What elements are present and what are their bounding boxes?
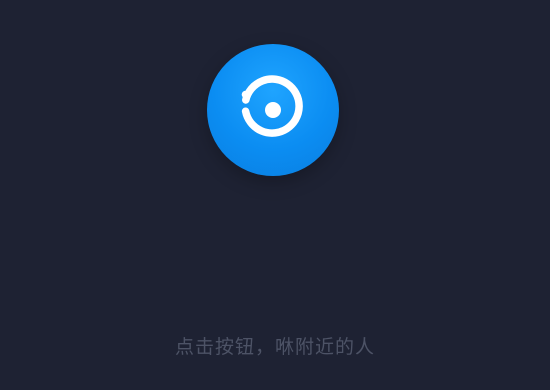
radar-target-icon — [241, 75, 303, 137]
hint-text: 点击按钮，咻附近的人 — [174, 336, 375, 358]
app-screen: 点击按钮，咻附近的人 — [0, 0, 550, 390]
shake-nearby-button[interactable] — [207, 44, 339, 176]
